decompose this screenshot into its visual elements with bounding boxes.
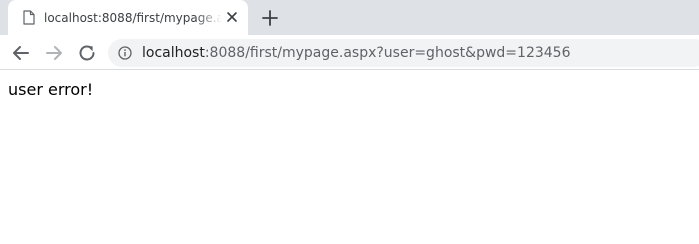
- url-host: localhost: [142, 45, 205, 61]
- tab-title: localhost:8088/first/mypage.aspx?user=gh…: [44, 11, 222, 25]
- error-message: user error!: [8, 80, 94, 99]
- tab-strip: localhost:8088/first/mypage.aspx?user=gh…: [0, 0, 699, 35]
- url-text[interactable]: localhost:8088/first/mypage.aspx?user=gh…: [142, 44, 570, 62]
- page-content: user error!: [8, 80, 93, 100]
- back-arrow-icon[interactable]: [9, 41, 33, 65]
- address-bar[interactable]: localhost:8088/first/mypage.aspx?user=gh…: [108, 39, 699, 67]
- new-tab-icon[interactable]: [259, 7, 281, 29]
- url-path: :8088/first/mypage.aspx?user=ghost&pwd=1…: [204, 45, 571, 61]
- browser-tab[interactable]: localhost:8088/first/mypage.aspx?user=gh…: [8, 0, 248, 35]
- info-icon[interactable]: [118, 46, 132, 60]
- close-icon[interactable]: [225, 10, 239, 24]
- forward-arrow-icon[interactable]: [42, 41, 66, 65]
- page-icon: [23, 10, 35, 25]
- reload-icon[interactable]: [75, 41, 99, 65]
- browser-toolbar: localhost:8088/first/mypage.aspx?user=gh…: [0, 35, 699, 70]
